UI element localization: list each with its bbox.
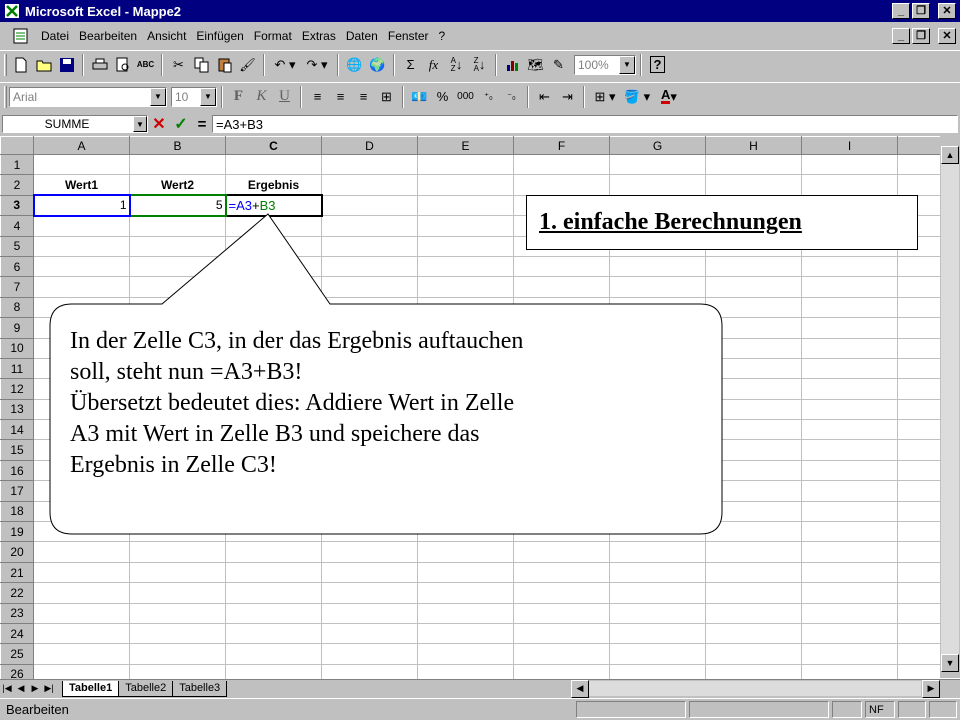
- heading-box: 1. einfache Berechnungen: [526, 195, 918, 250]
- callout-line: soll, steht nun =A3+B3!: [70, 359, 303, 385]
- callout-line: A3 mit Wert in Zelle B3 und speichere da…: [70, 421, 480, 447]
- callout-line: Ergebnis in Zelle C3!: [70, 452, 277, 478]
- callout-line: Übersetzt bedeutet dies: Addiere Wert in…: [70, 390, 515, 416]
- callout-line: In der Zelle C3, in der das Ergebnis auf…: [70, 328, 524, 354]
- callout-text: In der Zelle C3, in der das Ergebnis auf…: [70, 326, 710, 481]
- heading-text: 1. einfache Berechnungen: [539, 209, 802, 235]
